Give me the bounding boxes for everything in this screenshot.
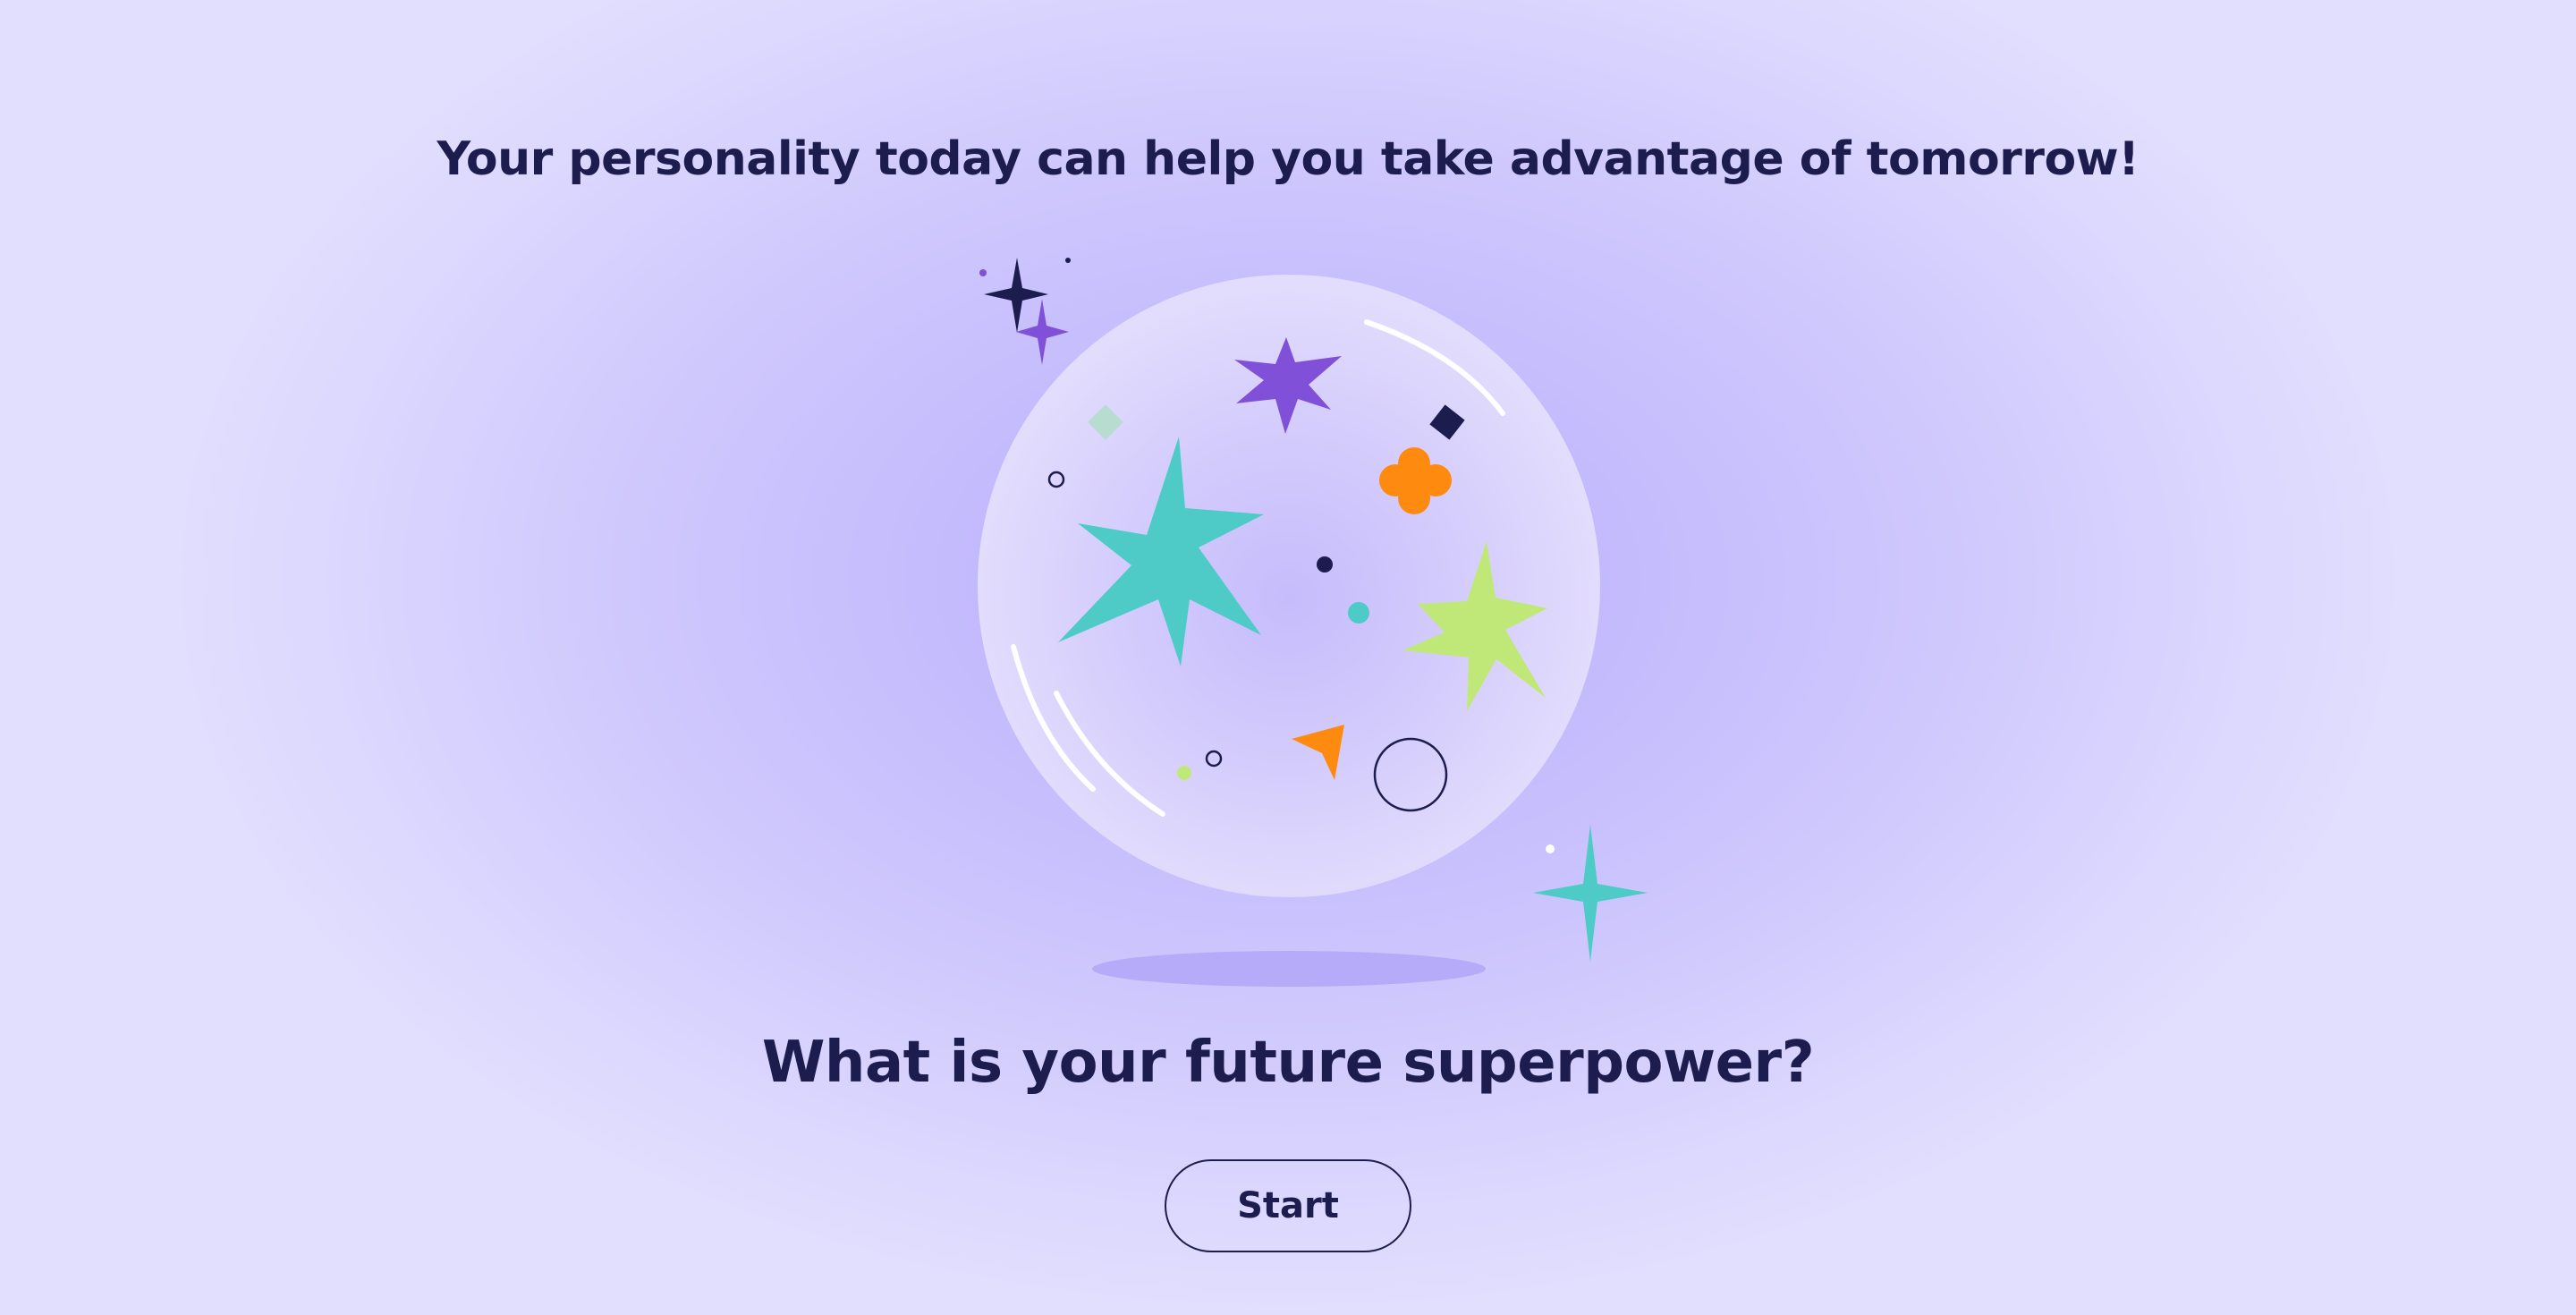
ball-shadow: [1092, 951, 1486, 987]
dot-icon: [1177, 766, 1191, 780]
question-heading: What is your future superpower?: [761, 1030, 1815, 1096]
dot-icon: [1065, 258, 1071, 263]
dot-icon: [1546, 844, 1555, 853]
crystal-ball-illustration: [978, 258, 1648, 987]
dot-icon: [979, 269, 987, 276]
dot-icon: [1348, 602, 1369, 624]
sparkle-icon: [1016, 299, 1069, 365]
dot-icon: [1317, 556, 1333, 573]
start-button[interactable]: Start: [1165, 1159, 1411, 1252]
